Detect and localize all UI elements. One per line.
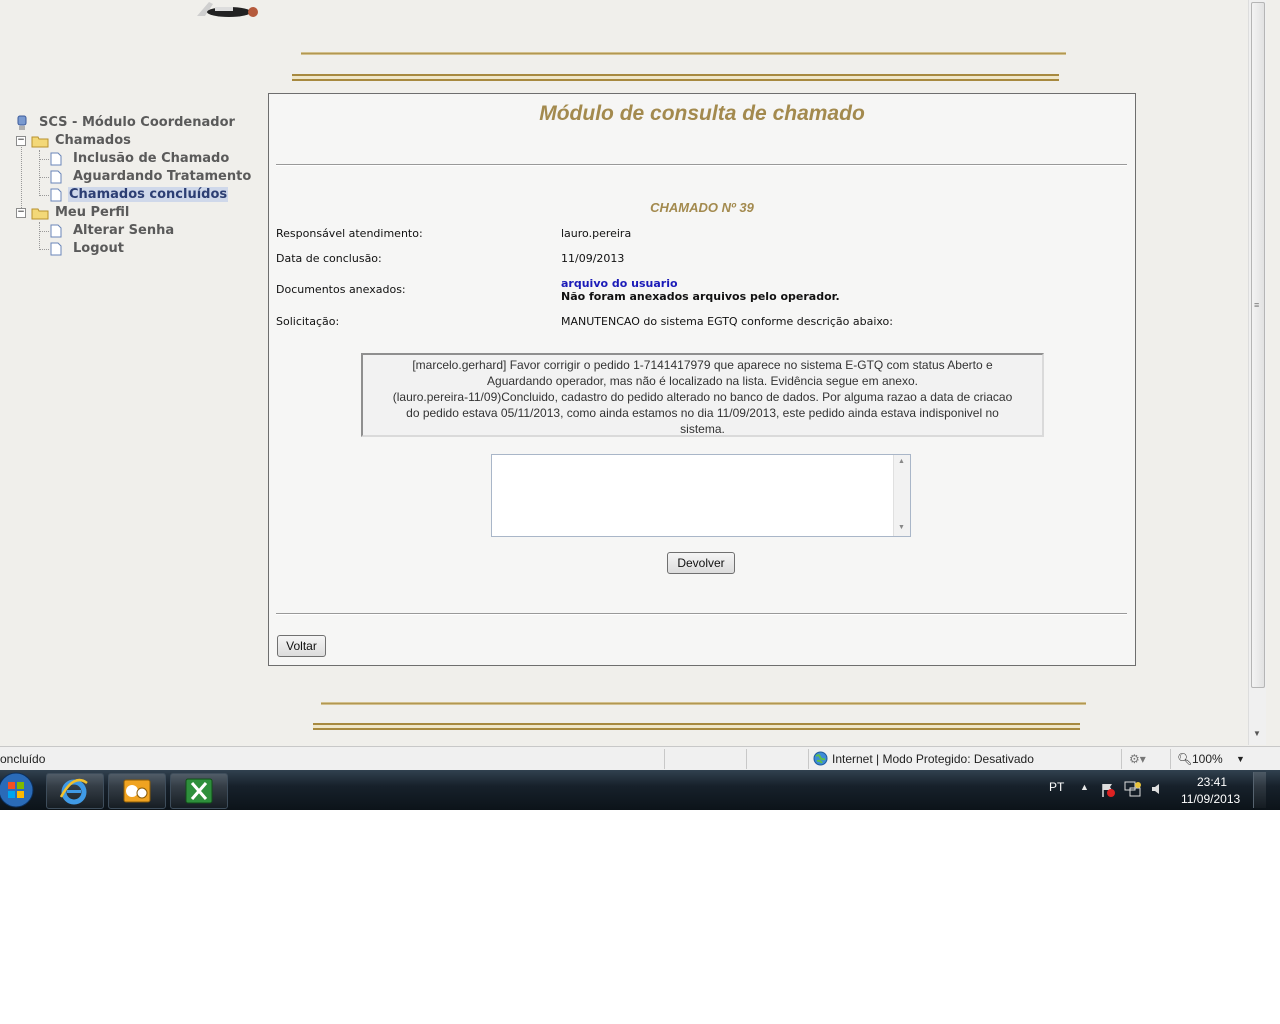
tree-group-label: Chamados xyxy=(55,133,131,148)
field-label: Responsável atendimento: xyxy=(276,227,423,240)
header-rule-double xyxy=(292,74,1059,81)
consulta-panel: Módulo de consulta de chamado CHAMADO Nº… xyxy=(268,93,1136,666)
document-icon xyxy=(50,224,62,238)
zoom-icon[interactable]: 🔍︎ xyxy=(1177,752,1192,766)
tree-item-label: Alterar Senha xyxy=(73,223,175,238)
tree-root[interactable]: SCS - Módulo Coordenador xyxy=(14,114,235,132)
tree-item-alterar-senha[interactable]: Alterar Senha xyxy=(14,222,174,240)
tree-item-inclusao[interactable]: Inclusão de Chamado xyxy=(14,150,229,168)
tree-item-label-selected: Chamados concluídos xyxy=(68,187,229,202)
internet-explorer-icon xyxy=(59,778,88,805)
chamado-number: CHAMADO Nº 39 xyxy=(650,200,754,215)
status-text: oncluído xyxy=(0,752,46,766)
scroll-down-icon[interactable]: ▼ xyxy=(1253,729,1261,738)
field-value-documentos: arquivo do usuario Não foram anexados ar… xyxy=(561,277,840,303)
field-value-data: 11/09/2013 xyxy=(561,252,625,265)
language-indicator[interactable]: PT xyxy=(1049,780,1064,794)
scroll-up-icon[interactable]: ▲ xyxy=(898,458,905,465)
scrollbar-grip-icon: ≡ xyxy=(1254,300,1260,310)
start-button-icon[interactable] xyxy=(0,772,34,808)
show-hidden-icons-icon[interactable]: ▲ xyxy=(1080,782,1089,792)
field-label: Data de conclusão: xyxy=(276,252,382,265)
clock-time[interactable]: 23:41 xyxy=(1197,775,1227,789)
tree-group-label: Meu Perfil xyxy=(55,205,130,220)
protected-mode-icon[interactable]: ⚙▾ xyxy=(1129,752,1146,766)
tree-item-aguardando[interactable]: Aguardando Tratamento xyxy=(14,168,251,186)
show-desktop-button[interactable] xyxy=(1253,772,1266,808)
divider xyxy=(276,164,1127,166)
document-icon xyxy=(50,242,62,256)
field-label: Solicitação: xyxy=(276,315,340,328)
footer-rule-thin xyxy=(321,702,1086,705)
reply-textarea[interactable]: ▲ ▼ xyxy=(491,454,911,537)
security-zone-text[interactable]: Internet | Modo Protegido: Desativado xyxy=(832,752,1034,766)
clock-date[interactable]: 11/09/2013 xyxy=(1181,792,1240,806)
field-label: Documentos anexados: xyxy=(276,283,406,296)
tree-item-label: Logout xyxy=(73,241,124,256)
voltar-button[interactable]: Voltar xyxy=(277,635,326,657)
divider xyxy=(276,613,1127,615)
windows-taskbar: PT ▲ 23:41 11/09/2013 xyxy=(0,770,1280,810)
collapse-toggle[interactable]: − xyxy=(16,208,26,218)
arquivo-usuario-link[interactable]: arquivo do usuario xyxy=(561,277,840,290)
textarea-scrollbar[interactable]: ▲ ▼ xyxy=(893,455,910,536)
folder-icon xyxy=(31,208,49,220)
tree-group-perfil[interactable]: − Meu Perfil xyxy=(14,204,129,222)
action-center-flag-icon[interactable] xyxy=(1100,782,1116,798)
tree-item-logout[interactable]: Logout xyxy=(14,240,124,258)
zoom-level[interactable]: 100% xyxy=(1192,752,1223,766)
status-bar: oncluído Internet | Modo Protegido: Desa… xyxy=(0,746,1280,771)
network-icon[interactable] xyxy=(1124,781,1142,798)
description-line: do pedido estava 05/11/2013, como ainda … xyxy=(406,406,999,420)
excel-icon xyxy=(185,778,213,804)
document-icon xyxy=(50,170,62,184)
taskbar-ie-button[interactable] xyxy=(46,773,104,809)
header-logo-figure xyxy=(197,2,258,17)
outlook-icon xyxy=(123,779,151,803)
tree-group-chamados[interactable]: − Chamados xyxy=(14,132,131,150)
collapse-toggle[interactable]: − xyxy=(16,136,26,146)
tree-root-label: SCS - Módulo Coordenador xyxy=(39,115,235,130)
footer-rule-double xyxy=(313,723,1080,730)
description-box: [marcelo.gerhard] Favor corrigir o pedid… xyxy=(361,353,1044,437)
field-value-responsavel: lauro.pereira xyxy=(561,227,632,240)
tree-item-concluidos[interactable]: Chamados concluídos xyxy=(14,186,229,204)
tree-item-label: Inclusão de Chamado xyxy=(73,151,230,166)
devolver-button[interactable]: Devolver xyxy=(667,552,735,574)
document-icon xyxy=(50,152,62,166)
taskbar-outlook-button[interactable] xyxy=(108,773,166,809)
taskbar-excel-button[interactable] xyxy=(170,773,228,809)
folder-icon xyxy=(31,136,49,148)
volume-icon[interactable] xyxy=(1150,782,1164,796)
globe-icon xyxy=(813,751,828,766)
no-operator-files-text: Não foram anexados arquivos pelo operado… xyxy=(561,290,840,303)
scroll-down-icon[interactable]: ▼ xyxy=(898,524,905,531)
zoom-dropdown-icon[interactable]: ▼ xyxy=(1236,754,1245,764)
description-line: sistema. xyxy=(680,422,725,436)
tree-item-label: Aguardando Tratamento xyxy=(73,169,252,184)
description-line: Aguardando operador, mas não é localizad… xyxy=(487,374,918,388)
field-value-solicitacao: MANUTENCAO do sistema EGTQ conforme desc… xyxy=(561,315,893,328)
page-title: Módulo de consulta de chamado xyxy=(539,102,865,125)
description-line: [marcelo.gerhard] Favor corrigir o pedid… xyxy=(412,358,993,372)
browser-viewport: SCS - Módulo Coordenador − Chamados Incl… xyxy=(0,0,1280,810)
document-icon xyxy=(50,188,62,202)
description-line: (lauro.pereira-11/09)Concluido, cadastro… xyxy=(392,390,1013,404)
page-scrollbar[interactable]: ≡ ▼ xyxy=(1248,0,1266,745)
computer-icon xyxy=(17,115,27,130)
scrollbar-thumb[interactable] xyxy=(1251,2,1265,688)
header-rule-thin xyxy=(301,52,1066,55)
